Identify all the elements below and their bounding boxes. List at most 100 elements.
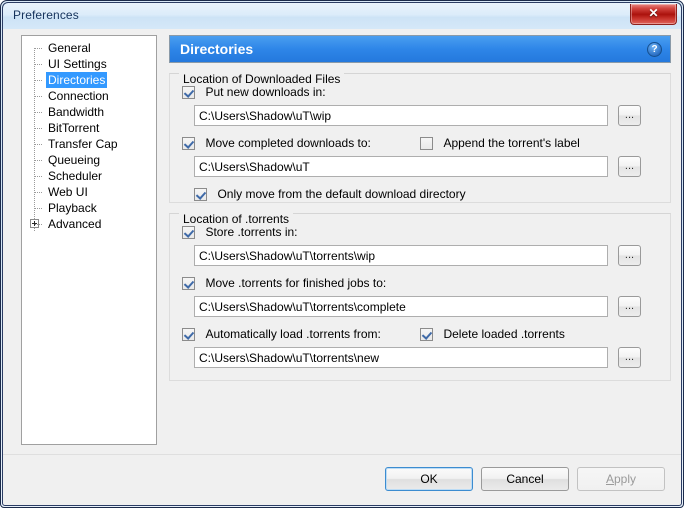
row-delete-loaded: Delete loaded .torrents bbox=[420, 326, 565, 344]
checkbox-move-finished-label[interactable]: Move .torrents for finished jobs to: bbox=[205, 276, 386, 290]
checkbox-delete-loaded-torrents[interactable] bbox=[420, 328, 433, 341]
window-title: Preferences bbox=[13, 8, 79, 22]
group-box: Store .torrents in: ... Move .torrents f… bbox=[169, 213, 671, 381]
sidebar-item-bandwidth[interactable]: Bandwidth bbox=[22, 104, 156, 120]
sidebar-item-directories[interactable]: Directories bbox=[22, 72, 156, 88]
tree-branch-icon bbox=[35, 144, 42, 145]
sidebar-item-label: Transfer Cap bbox=[48, 137, 118, 151]
help-icon-glyph: ? bbox=[651, 44, 658, 55]
move-completed-input[interactable] bbox=[194, 156, 608, 177]
row-only-move-default: Only move from the default download dire… bbox=[194, 186, 658, 204]
row-move-finished-path: ... bbox=[194, 296, 658, 318]
group-label: Location of .torrents bbox=[179, 212, 294, 226]
tree-branch-icon bbox=[35, 112, 42, 113]
settings-tree[interactable]: General UI Settings Directories Connecti… bbox=[21, 35, 157, 445]
checkbox-only-move-default-label[interactable]: Only move from the default download dire… bbox=[217, 187, 465, 201]
help-icon[interactable]: ? bbox=[647, 42, 662, 57]
client-area: General UI Settings Directories Connecti… bbox=[3, 29, 681, 505]
group-label: Location of Downloaded Files bbox=[179, 72, 345, 86]
row-auto-load-path: ... bbox=[194, 347, 658, 369]
checkbox-delete-loaded-torrents-label[interactable]: Delete loaded .torrents bbox=[443, 327, 564, 341]
sidebar-item-ui-settings[interactable]: UI Settings bbox=[22, 56, 156, 72]
apply-accel-letter: A bbox=[605, 472, 614, 486]
row-store-torrents: Store .torrents in: bbox=[182, 224, 658, 242]
title-bar: Preferences ✕ bbox=[3, 3, 681, 29]
cancel-button[interactable]: Cancel bbox=[481, 467, 569, 491]
sidebar-item-scheduler[interactable]: Scheduler bbox=[22, 168, 156, 184]
checkbox-append-torrent-label[interactable] bbox=[420, 137, 433, 150]
tree-branch-icon bbox=[35, 80, 42, 81]
sidebar-item-bittorrent[interactable]: BitTorrent bbox=[22, 120, 156, 136]
tree-branch-icon bbox=[35, 224, 42, 225]
put-new-downloads-input[interactable] bbox=[194, 105, 608, 126]
browse-store-torrents-button[interactable]: ... bbox=[618, 245, 641, 266]
store-torrents-input[interactable] bbox=[194, 245, 608, 266]
tree-branch-icon bbox=[35, 208, 42, 209]
checkbox-append-torrent-label-label[interactable]: Append the torrent's label bbox=[443, 136, 579, 150]
checkbox-auto-load-torrents[interactable] bbox=[182, 328, 195, 341]
sidebar-item-queueing[interactable]: Queueing bbox=[22, 152, 156, 168]
sidebar-item-label: Scheduler bbox=[48, 169, 103, 183]
browse-put-new-downloads-button[interactable]: ... bbox=[618, 105, 641, 126]
checkbox-store-torrents[interactable] bbox=[182, 226, 195, 239]
sidebar-item-web-ui[interactable]: Web UI bbox=[22, 184, 156, 200]
pane-header: Directories ? bbox=[169, 35, 671, 63]
row-put-new-downloads: Put new downloads in: bbox=[182, 84, 658, 102]
browse-move-finished-button[interactable]: ... bbox=[618, 296, 641, 317]
sidebar-item-general[interactable]: General bbox=[22, 40, 156, 56]
row-auto-load: Automatically load .torrents from: Delet… bbox=[182, 326, 658, 344]
checkbox-move-completed-label[interactable]: Move completed downloads to: bbox=[205, 136, 370, 150]
sidebar-item-label: Queueing bbox=[48, 153, 101, 167]
apply-rest-letters: pply bbox=[614, 472, 637, 486]
move-finished-input[interactable] bbox=[194, 296, 608, 317]
checkbox-store-torrents-label[interactable]: Store .torrents in: bbox=[205, 225, 297, 239]
tree-branch-icon bbox=[35, 192, 42, 193]
checkbox-put-new-downloads[interactable] bbox=[182, 86, 195, 99]
close-icon: ✕ bbox=[648, 6, 659, 20]
sidebar-item-label: Bandwidth bbox=[48, 105, 105, 119]
tree-branch-icon bbox=[35, 160, 42, 161]
sidebar-item-label: General bbox=[48, 41, 91, 55]
tree-branch-icon bbox=[35, 48, 42, 49]
sidebar-item-label: Playback bbox=[48, 201, 97, 215]
dialog-footer: OK Cancel Apply bbox=[3, 454, 681, 505]
sidebar-item-connection[interactable]: Connection bbox=[22, 88, 156, 104]
sidebar-item-label: Connection bbox=[48, 89, 109, 103]
sidebar-item-label: Directories bbox=[46, 72, 108, 88]
sidebar-item-label: BitTorrent bbox=[48, 121, 100, 135]
sidebar-item-advanced[interactable]: Advanced bbox=[22, 216, 156, 232]
group-box: Put new downloads in: ... Move completed… bbox=[169, 73, 671, 203]
tree-branch-icon bbox=[35, 128, 42, 129]
row-put-new-downloads-path: ... bbox=[194, 105, 658, 127]
settings-pane: Directories ? Location of Downloaded Fil… bbox=[169, 35, 671, 445]
checkbox-only-move-default[interactable] bbox=[194, 188, 207, 201]
row-store-torrents-path: ... bbox=[194, 245, 658, 267]
row-move-completed: Move completed downloads to: Append the … bbox=[182, 135, 658, 153]
row-move-finished: Move .torrents for finished jobs to: bbox=[182, 275, 658, 293]
close-button[interactable]: ✕ bbox=[630, 4, 677, 25]
browse-auto-load-button[interactable]: ... bbox=[618, 347, 641, 368]
auto-load-torrents-input[interactable] bbox=[194, 347, 608, 368]
tree-branch-icon bbox=[35, 176, 42, 177]
page-title: Directories bbox=[180, 41, 254, 57]
ok-button[interactable]: OK bbox=[385, 467, 473, 491]
sidebar-item-playback[interactable]: Playback bbox=[22, 200, 156, 216]
tree-branch-icon bbox=[35, 96, 42, 97]
group-torrents: Location of .torrents Store .torrents in… bbox=[169, 212, 671, 381]
sidebar-item-label: Advanced bbox=[48, 217, 102, 231]
sidebar-item-transfer-cap[interactable]: Transfer Cap bbox=[22, 136, 156, 152]
checkbox-put-new-downloads-label[interactable]: Put new downloads in: bbox=[205, 85, 325, 99]
checkbox-move-finished[interactable] bbox=[182, 277, 195, 290]
row-append-label: Append the torrent's label bbox=[420, 135, 580, 153]
tree-branch-icon bbox=[35, 64, 42, 65]
browse-move-completed-button[interactable]: ... bbox=[618, 156, 641, 177]
settings-tree-inner: General UI Settings Directories Connecti… bbox=[22, 36, 156, 232]
checkbox-move-completed[interactable] bbox=[182, 137, 195, 150]
preferences-window: Preferences ✕ General UI Settings Direct… bbox=[0, 0, 684, 508]
sidebar-item-label: Web UI bbox=[48, 185, 88, 199]
apply-button[interactable]: Apply bbox=[577, 467, 665, 491]
group-downloaded-files: Location of Downloaded Files Put new dow… bbox=[169, 72, 671, 203]
row-move-completed-path: ... bbox=[194, 156, 658, 178]
sidebar-item-label: UI Settings bbox=[48, 57, 107, 71]
checkbox-auto-load-torrents-label[interactable]: Automatically load .torrents from: bbox=[205, 327, 380, 341]
